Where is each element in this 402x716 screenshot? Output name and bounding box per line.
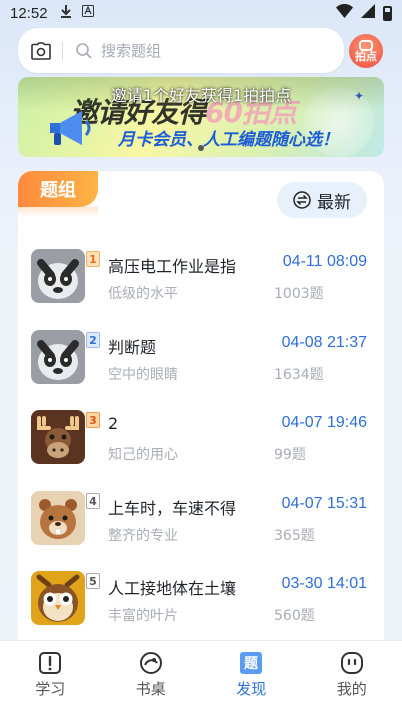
owl-avatar-icon bbox=[31, 571, 85, 625]
group-list: 1 高压电工作业是指 低级的水平 04-11 08:09 1003题 2 判断题… bbox=[18, 241, 384, 644]
rank-badge: 3 bbox=[86, 412, 100, 428]
banner-pagination bbox=[18, 145, 384, 151]
question-count: 560题 bbox=[274, 608, 315, 624]
moose-avatar-icon bbox=[31, 410, 85, 464]
group-date: 04-08 21:37 bbox=[281, 333, 367, 351]
question-count: 1634题 bbox=[274, 366, 324, 383]
group-title: 人工接地体在土壤 bbox=[108, 579, 237, 598]
pagination-dot bbox=[198, 145, 204, 151]
banner-notice: 邀请1个好友获得1拍拍点 bbox=[18, 77, 384, 111]
nav-label: 我的 bbox=[336, 680, 367, 698]
list-item[interactable]: 1 高压电工作业是指 低级的水平 04-11 08:09 1003题 bbox=[18, 241, 384, 322]
alert-book-icon bbox=[38, 651, 62, 675]
paipai-points-button[interactable]: 拍点 bbox=[349, 34, 383, 68]
nav-tab-desk[interactable]: 书桌 bbox=[101, 641, 202, 716]
bottom-navigation: 学习 书桌 题 发现 我的 bbox=[0, 640, 402, 716]
question-count: 1003题 bbox=[274, 286, 324, 302]
sort-latest-button[interactable]: 最新 bbox=[277, 182, 367, 218]
group-author: 整齐的专业 bbox=[108, 527, 178, 544]
nav-label: 学习 bbox=[35, 680, 66, 698]
group-author: 知己的用心 bbox=[108, 447, 178, 463]
group-date: 04-07 19:46 bbox=[281, 414, 367, 431]
section-tab-shadow bbox=[18, 207, 98, 217]
nav-tab-mine[interactable]: 我的 bbox=[302, 641, 402, 716]
download-icon bbox=[60, 4, 72, 22]
group-title: 高压电工作业是指 bbox=[108, 257, 237, 276]
group-title: 判断题 bbox=[108, 337, 157, 357]
list-item[interactable]: 2 判断题 空中的眼睛 04-08 21:37 1634题 bbox=[18, 322, 384, 403]
camera-icon[interactable] bbox=[30, 40, 52, 62]
camera-lens-icon bbox=[359, 40, 373, 51]
group-list-card: 题组 最新 1 高压电工作业是指 低级的水平 04-11 08:09 1003题… bbox=[18, 171, 384, 651]
font-app-icon bbox=[81, 5, 94, 21]
group-author: 丰富的叶片 bbox=[108, 608, 178, 624]
search-bar bbox=[18, 28, 344, 73]
panda-avatar-icon bbox=[31, 329, 85, 384]
rank-badge: 2 bbox=[86, 331, 100, 348]
status-bar: 12:52 bbox=[0, 0, 402, 26]
battery-icon bbox=[383, 5, 392, 21]
desk-icon bbox=[139, 651, 163, 675]
nav-tab-study[interactable]: 学习 bbox=[0, 641, 101, 716]
cellular-signal-icon bbox=[361, 4, 375, 22]
group-date: 04-11 08:09 bbox=[282, 253, 367, 270]
section-tab-groups[interactable]: 题组 bbox=[18, 171, 98, 207]
rank-badge: 5 bbox=[86, 573, 100, 589]
nav-tab-discover[interactable]: 题 发现 bbox=[201, 641, 302, 716]
nav-label: 书桌 bbox=[135, 680, 166, 698]
discover-icon: 题 bbox=[239, 651, 263, 675]
rank-badge: 4 bbox=[86, 492, 100, 509]
group-title: 2 bbox=[108, 414, 119, 433]
search-divider bbox=[62, 41, 63, 60]
panda-avatar-icon bbox=[31, 249, 85, 303]
promo-banner[interactable]: ✦ ✦ 邀请好友得60拍点 月卡会员、人工编题随心选！ 邀请1个好友获得1拍拍点 bbox=[18, 77, 384, 157]
list-item[interactable]: 3 2 知己的用心 04-07 19:46 99题 bbox=[18, 402, 384, 483]
swap-icon bbox=[293, 191, 311, 209]
list-item[interactable]: 5 人工接地体在土壤 丰富的叶片 03-30 14:01 560题 bbox=[18, 563, 384, 644]
megaphone-icon bbox=[44, 109, 96, 149]
group-date: 04-07 15:31 bbox=[281, 494, 367, 512]
group-author: 空中的眼睛 bbox=[108, 366, 178, 383]
question-count: 99题 bbox=[274, 447, 306, 463]
status-time: 12:52 bbox=[10, 4, 48, 22]
search-input[interactable] bbox=[101, 41, 301, 60]
search-icon bbox=[75, 42, 93, 60]
list-item[interactable]: 4 上车时，车速不得 整齐的专业 04-07 15:31 365题 bbox=[18, 483, 384, 564]
status-indicators bbox=[336, 4, 392, 22]
sort-label: 最新 bbox=[317, 192, 351, 213]
rank-badge: 1 bbox=[86, 251, 100, 267]
svg-text:题: 题 bbox=[244, 656, 259, 672]
group-date: 03-30 14:01 bbox=[281, 575, 367, 592]
beaver-avatar-icon bbox=[31, 490, 85, 545]
group-author: 低级的水平 bbox=[108, 286, 178, 302]
nav-label: 发现 bbox=[236, 680, 267, 698]
wifi-icon bbox=[336, 4, 353, 22]
question-count: 365题 bbox=[274, 527, 315, 544]
group-title: 上车时，车速不得 bbox=[108, 498, 237, 518]
profile-face-icon bbox=[340, 651, 364, 675]
